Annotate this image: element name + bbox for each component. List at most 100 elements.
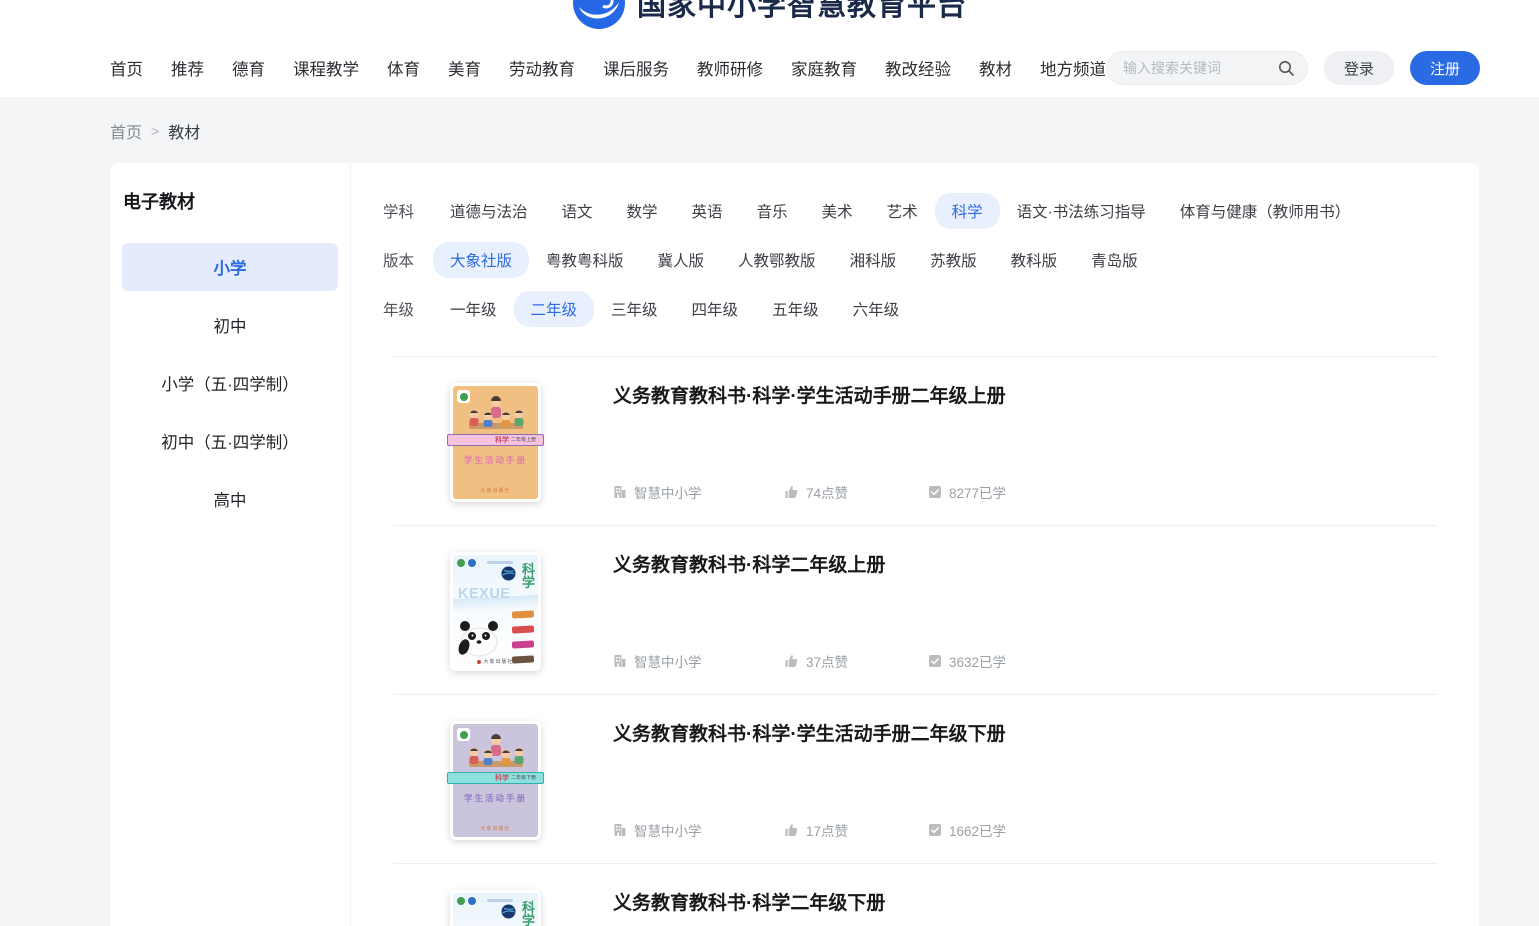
nav-item-4[interactable]: 体育 [387, 56, 420, 80]
book-learned: 8277已学 [928, 482, 1006, 502]
cover-globe-icon [501, 566, 516, 581]
nav-item-9[interactable]: 家庭教育 [791, 56, 857, 80]
cover-kexue-text: KEXUE [458, 586, 510, 602]
filter-options: 一年级二年级三年级四年级五年级六年级 [433, 291, 916, 327]
book-cover[interactable]: 科学二年级下册学生活动手册大象出版社 [450, 721, 541, 840]
sidebar-item-3[interactable]: 初中（五·四学制） [122, 417, 338, 465]
cover-publisher: 大象出版社 [453, 825, 538, 832]
book-likes: 17点赞 [784, 820, 928, 840]
filter-option[interactable]: 粤教粤科版 [529, 242, 641, 278]
book-likes: 74点赞 [784, 482, 928, 502]
cover-blue-logo-icon [468, 559, 476, 567]
filter-option[interactable]: 美术 [805, 193, 870, 229]
book-cover[interactable]: 科学二年级上册学生活动手册大象出版社 [450, 383, 541, 502]
book-likes-label: 37点赞 [806, 651, 848, 671]
sidebar-item-2[interactable]: 小学（五·四学制） [122, 359, 338, 407]
building-icon [613, 485, 627, 499]
sidebar-list: 小学初中小学（五·四学制） 初中（五·四学制） 高中 [110, 243, 350, 523]
cover-banner-title: 科学 [495, 437, 509, 444]
nav-item-8[interactable]: 教师研修 [697, 56, 763, 80]
cover-subtitle: 学生活动手册 [453, 454, 538, 466]
nav-item-6[interactable]: 劳动教育 [509, 56, 575, 80]
login-button[interactable]: 登录 [1324, 51, 1394, 85]
sidebar-item-0[interactable]: 小学 [122, 243, 338, 291]
filter-option[interactable]: 道德与法治 [433, 193, 545, 229]
nav-item-1[interactable]: 推荐 [171, 56, 204, 80]
book-cover[interactable]: KEXUE科学大象出版社 [450, 552, 541, 671]
cover-series-text [487, 561, 513, 564]
cover-logos [457, 897, 476, 905]
nav-item-11[interactable]: 教材 [979, 56, 1012, 80]
filter-options: 道德与法治语文数学英语音乐美术艺术科学语文·书法练习指导体育与健康（教师用书） [433, 193, 1367, 229]
book-row: KEXUE科学大象出版社 义务教育教科书·科学二年级下册 [393, 863, 1437, 926]
nav-item-label: 家庭教育 [791, 56, 857, 80]
filter-option[interactable]: 音乐 [740, 193, 805, 229]
nav-item-label: 课后服务 [603, 56, 669, 80]
nav-item-0[interactable]: 首页 [110, 56, 143, 80]
filter-option[interactable]: 一年级 [433, 291, 514, 327]
header-actions: 登录 注册 [1106, 51, 1480, 85]
nav-item-2[interactable]: 德育 [232, 56, 265, 80]
filter-option[interactable]: 冀人版 [641, 242, 722, 278]
filter-option[interactable]: 四年级 [675, 291, 756, 327]
filter-option[interactable]: 大象社版 [433, 242, 529, 278]
filter-option[interactable]: 语文 [545, 193, 610, 229]
cover-science-characters: 科学 [522, 901, 535, 926]
book-org-label: 智慧中小学 [634, 651, 702, 671]
book-likes: 37点赞 [784, 651, 928, 671]
nav-item-7[interactable]: 课后服务 [603, 56, 669, 80]
filter-option[interactable]: 三年级 [594, 291, 675, 327]
filter-option[interactable]: 语文·书法练习指导 [1000, 193, 1163, 229]
page-card: 电子教材 小学初中小学（五·四学制）初中（五·四学制）高中 学科道德与法治语文数… [110, 163, 1479, 926]
sidebar-item-1[interactable]: 初中 [122, 301, 338, 349]
book-title[interactable]: 义务教育教科书·科学·学生活动手册二年级上册 [613, 357, 1437, 408]
cover-boat-illustrations [512, 611, 534, 663]
cover-kids-illustration [460, 395, 532, 435]
cover-kids-illustration [460, 733, 532, 773]
book-learned: 1662已学 [928, 820, 1006, 840]
cover-green-logo-icon [457, 559, 465, 567]
filter-option[interactable]: 数学 [610, 193, 675, 229]
search-input[interactable] [1123, 60, 1278, 76]
filter-option[interactable]: 人教鄂教版 [721, 242, 833, 278]
cover-blue-logo-icon [468, 897, 476, 905]
book-title[interactable]: 义务教育教科书·科学二年级下册 [613, 864, 1437, 915]
book-cover[interactable]: KEXUE科学大象出版社 [450, 890, 541, 926]
nav-item-label: 教改经验 [885, 56, 951, 80]
book-title[interactable]: 义务教育教科书·科学二年级上册 [613, 526, 1437, 577]
site-logo-icon [572, 0, 626, 30]
filter-option[interactable]: 艺术 [870, 193, 935, 229]
nav-item-10[interactable]: 教改经验 [885, 56, 951, 80]
thumb-up-icon [784, 823, 799, 837]
book-stats: 智慧中小学37点赞3632已学 [613, 651, 1006, 671]
filter-option[interactable]: 六年级 [836, 291, 917, 327]
filter-label: 版本 [383, 249, 433, 271]
cover-panda-illustration [456, 619, 502, 657]
filter-label: 学科 [383, 200, 433, 222]
filter-option[interactable]: 二年级 [514, 291, 595, 327]
cover-banner: 科学二年级上册 [447, 434, 544, 446]
filter-option[interactable]: 体育与健康（教师用书） [1163, 193, 1368, 229]
filter-option[interactable]: 教科版 [994, 242, 1075, 278]
filter-option[interactable]: 湘科版 [833, 242, 914, 278]
search-box[interactable] [1106, 51, 1308, 85]
breadcrumb-home[interactable]: 首页 [110, 119, 142, 143]
cover-banner-sub: 二年级下册 [511, 776, 536, 781]
book-title[interactable]: 义务教育教科书·科学·学生活动手册二年级下册 [613, 695, 1437, 746]
filter-rows: 学科道德与法治语文数学英语音乐美术艺术科学语文·书法练习指导体育与健康（教师用书… [383, 195, 1479, 325]
book-learned-label: 8277已学 [949, 482, 1006, 502]
search-icon[interactable] [1278, 60, 1295, 77]
register-button[interactable]: 注册 [1410, 51, 1480, 85]
filter-option[interactable]: 苏教版 [913, 242, 994, 278]
nav-item-3[interactable]: 课程教学 [293, 56, 359, 80]
filter-option[interactable]: 科学 [935, 193, 1000, 229]
filter-option[interactable]: 英语 [675, 193, 740, 229]
cover-green-logo-icon [457, 897, 465, 905]
nav-item-5[interactable]: 美育 [448, 56, 481, 80]
filter-option[interactable]: 五年级 [755, 291, 836, 327]
learned-icon [928, 654, 942, 668]
sidebar-item-4[interactable]: 高中 [122, 475, 338, 523]
cover-publisher: 大象出版社 [453, 487, 538, 494]
book-org: 智慧中小学 [613, 820, 784, 840]
filter-option[interactable]: 青岛版 [1074, 242, 1155, 278]
